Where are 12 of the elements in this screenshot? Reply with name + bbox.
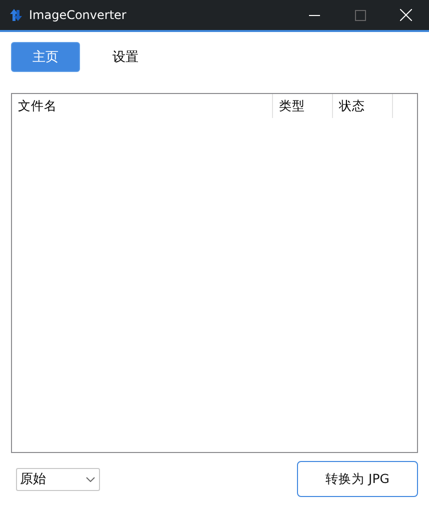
quality-dropdown[interactable]: 原始 — [16, 468, 100, 490]
convert-button[interactable]: 转换为 JPG — [297, 461, 418, 497]
maximize-icon — [354, 10, 366, 20]
close-icon — [400, 9, 412, 21]
tab[interactable]: 设置 — [91, 42, 160, 72]
window-title: ImageConverter — [29, 8, 128, 22]
chevron-down-icon — [86, 476, 95, 482]
column-header[interactable]: 类型 — [273, 94, 333, 118]
tab[interactable]: 主页 — [11, 42, 80, 72]
app-icon — [9, 8, 23, 22]
column-header[interactable]: 文件名 — [12, 94, 273, 118]
column-header[interactable]: 状态 — [333, 94, 393, 118]
